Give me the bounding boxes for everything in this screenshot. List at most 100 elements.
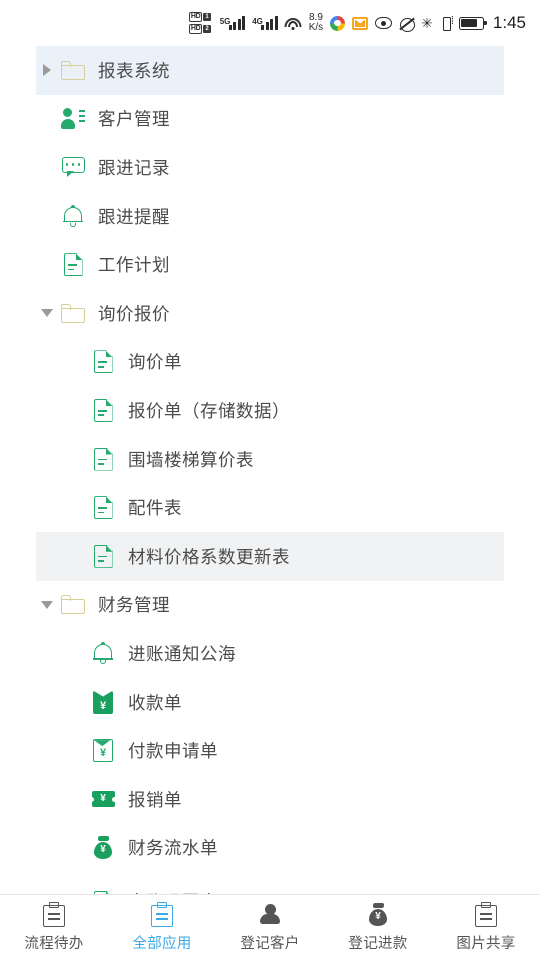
- tree-row-icon: ¥: [88, 786, 118, 812]
- vibrate-icon: [440, 15, 454, 31]
- bell-icon: [63, 205, 83, 227]
- tree-row[interactable]: 报表系统: [36, 46, 504, 95]
- app-tree-list[interactable]: 报表系统客户管理跟进记录跟进提醒工作计划询价报价 询价单报价单（存储数据） 围墙楼梯…: [0, 46, 540, 894]
- tree-row-icon: [58, 106, 88, 132]
- tab-label: 登记客户: [240, 936, 300, 952]
- tree-row-icon: [88, 495, 118, 521]
- tree-row-label: 报销单: [128, 789, 182, 810]
- tree-row[interactable]: 去账退回表: [36, 872, 504, 894]
- tree-row-icon: [88, 349, 118, 375]
- tree-row-icon: [58, 57, 88, 83]
- clipboard-icon: [475, 902, 497, 927]
- signal-bars-sim1-icon: 5G: [220, 16, 246, 30]
- signal-bars-sim2-icon: 4G: [252, 16, 278, 30]
- document-icon: [93, 544, 113, 568]
- tree-row-icon: [88, 397, 118, 423]
- tree-row-label: 工作计划: [98, 255, 170, 276]
- tab-1[interactable]: 全部应用: [108, 895, 216, 960]
- tree-row-icon: [88, 640, 118, 666]
- sim2-label: 2: [203, 25, 211, 33]
- tree-row-label: 报价单（存储数据）: [128, 400, 290, 421]
- tree-row[interactable]: ¥ 收款单: [36, 678, 504, 727]
- tree-row[interactable]: 报价单（存储数据）: [36, 386, 504, 435]
- network-speed-unit: K/s: [308, 22, 324, 33]
- user-icon: [259, 902, 281, 927]
- tree-row[interactable]: ¥ 财务流水单: [36, 824, 504, 873]
- eye-icon: [375, 17, 393, 29]
- bottom-tab-bar: 流程待办 全部应用 登记客户 ¥ 登记进款 图片共享: [0, 894, 540, 960]
- tab-label: 全部应用: [132, 936, 192, 952]
- volte-hd-indicator: HD 1 HD 2: [188, 12, 211, 34]
- document-icon: [93, 890, 113, 894]
- tree-row[interactable]: ¥ 付款申请单: [36, 726, 504, 775]
- network-speed: 8.9 K/s: [309, 13, 323, 33]
- chevron-right-icon[interactable]: [36, 64, 58, 77]
- battery-icon: [458, 16, 487, 30]
- tree-row-label: 进账通知公海: [128, 643, 236, 664]
- money-bag-icon: ¥: [93, 836, 114, 860]
- chevron-down-icon[interactable]: [36, 309, 58, 318]
- envelope-yuan-filled-icon: ¥: [93, 690, 113, 714]
- network-gen-sim1: 5G: [219, 17, 231, 26]
- chat-bubble-icon: [61, 157, 85, 178]
- tree-row-label: 付款申请单: [128, 741, 218, 762]
- tree-row-label: 财务管理: [98, 595, 170, 616]
- tree-row-label: 收款单: [128, 692, 182, 713]
- tree-row[interactable]: 询价单: [36, 338, 504, 387]
- tree-row-icon: [58, 300, 88, 326]
- folder-icon: [61, 595, 85, 615]
- tree-row-icon: [58, 203, 88, 229]
- tree-row-label: 去账退回表: [128, 889, 218, 894]
- tree-row[interactable]: 询价报价: [36, 289, 504, 338]
- tree-row-label: 跟进提醒: [98, 206, 170, 227]
- tree-row[interactable]: 财务管理: [36, 581, 504, 630]
- tree-row-icon: [58, 154, 88, 180]
- tree-row-icon: [88, 446, 118, 472]
- tree-row[interactable]: 客户管理: [36, 95, 504, 144]
- tree-row-icon: [88, 889, 118, 894]
- mail-icon: [352, 16, 369, 30]
- tree-row[interactable]: 配件表: [36, 483, 504, 532]
- tree-row-icon: [88, 543, 118, 569]
- tree-row[interactable]: 跟进提醒: [36, 192, 504, 241]
- status-bar: HD 1 HD 2 5G 4G 8.9 K/s ✳ 1:45: [0, 0, 540, 46]
- wifi-icon: [284, 16, 302, 30]
- chrome-icon: [330, 15, 346, 31]
- tree-row-label: 围墙楼梯算价表: [128, 449, 254, 470]
- bluetooth-icon: ✳: [421, 15, 433, 31]
- tab-3[interactable]: ¥ 登记进款: [324, 895, 432, 960]
- tree-row-label: 客户管理: [98, 109, 170, 130]
- tree-row-icon: ¥: [88, 689, 118, 715]
- contact-card-icon: [60, 108, 85, 130]
- hd-badge-sim2: HD: [188, 24, 203, 34]
- chevron-down-icon[interactable]: [36, 600, 58, 609]
- tree-row[interactable]: 跟进记录: [36, 143, 504, 192]
- tab-4[interactable]: 图片共享: [432, 895, 540, 960]
- document-icon: [93, 447, 113, 471]
- tree-row[interactable]: 材料价格系数更新表: [36, 531, 504, 581]
- tree-row-label: 跟进记录: [98, 157, 170, 178]
- tree-row[interactable]: 进账通知公海: [36, 629, 504, 678]
- app-root: HD 1 HD 2 5G 4G 8.9 K/s ✳ 1:45: [0, 0, 540, 960]
- tab-2[interactable]: 登记客户: [216, 895, 324, 960]
- tree-row-icon: [58, 252, 88, 278]
- ticket-yuan-icon: ¥: [89, 791, 117, 808]
- tree-row-icon: [58, 592, 88, 618]
- document-icon: [93, 496, 113, 520]
- document-icon: [93, 350, 113, 374]
- clipboard-icon: [151, 902, 173, 927]
- money-bag-icon: ¥: [367, 902, 389, 927]
- tree-row[interactable]: 工作计划: [36, 240, 504, 289]
- alarm-muted-icon: [399, 16, 416, 32]
- tree-row-label: 材料价格系数更新表: [128, 546, 290, 567]
- clipboard-icon: [43, 902, 65, 927]
- document-icon: [93, 398, 113, 422]
- tab-label: 流程待办: [24, 936, 84, 952]
- tree-row-label: 配件表: [128, 498, 182, 519]
- tree-row-icon: ¥: [88, 738, 118, 764]
- tree-row[interactable]: ¥ 报销单: [36, 775, 504, 824]
- tab-label: 图片共享: [456, 936, 516, 952]
- tab-0[interactable]: 流程待办: [0, 895, 108, 960]
- tab-label: 登记进款: [348, 936, 408, 952]
- tree-row[interactable]: 围墙楼梯算价表: [36, 435, 504, 484]
